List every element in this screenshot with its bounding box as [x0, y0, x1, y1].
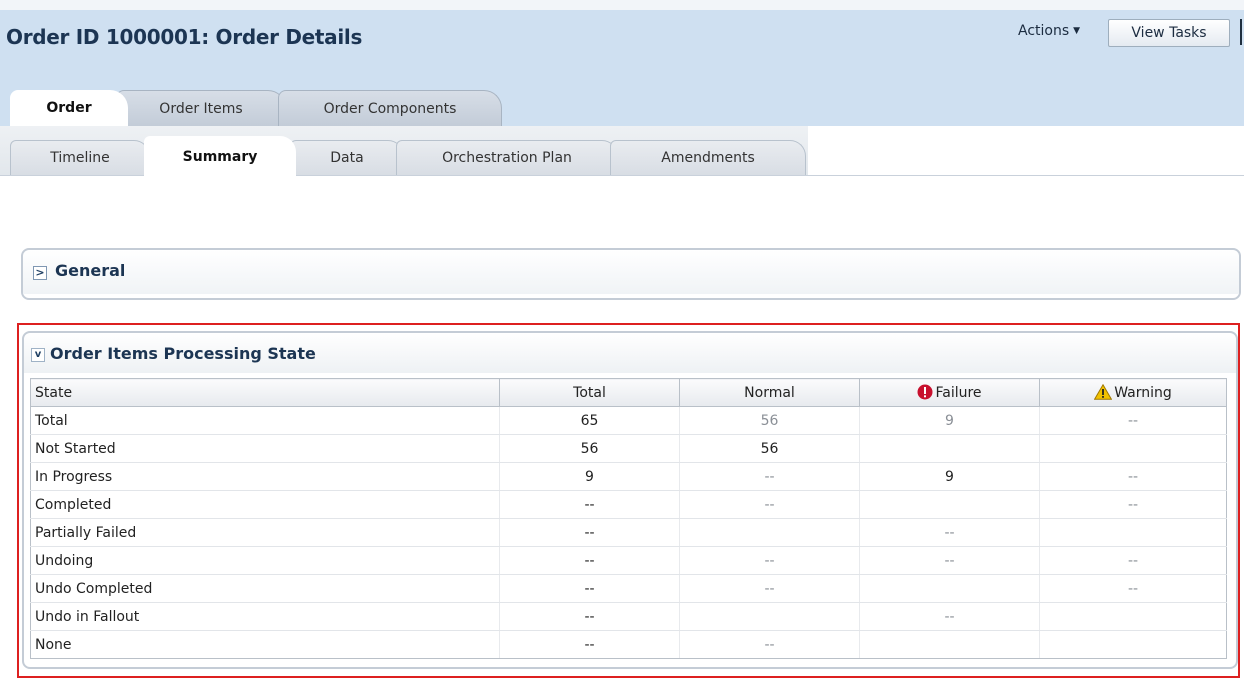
table-row: Total 65 56 9 -- [30, 406, 1227, 435]
state-cell: Partially Failed [30, 518, 500, 547]
tab-amendments[interactable]: Amendments [610, 140, 806, 175]
total-cell: 65 [499, 406, 680, 435]
state-cell: Not Started [30, 434, 500, 463]
table-row: Undoing -- -- -- -- [30, 546, 1227, 575]
view-tasks-button[interactable]: View Tasks [1108, 19, 1230, 47]
state-cell: None [30, 630, 500, 659]
total-cell: 56 [499, 434, 680, 463]
warning-cell: -- [1039, 546, 1227, 575]
chevron-down-icon: ▼ [1073, 26, 1081, 36]
total-cell: -- [499, 546, 680, 575]
collapse-processing-icon[interactable]: v [31, 348, 45, 362]
col-header-total[interactable]: Total [499, 378, 680, 407]
normal-cell: -- [679, 574, 860, 603]
table-header-row: State Total Normal Failure Warning [30, 378, 1227, 407]
warning-icon [1094, 384, 1113, 400]
error-icon [917, 384, 933, 400]
table-row: None -- -- [30, 630, 1227, 659]
tab-order[interactable]: Order [10, 90, 128, 126]
col-header-failure[interactable]: Failure [859, 378, 1040, 407]
table-row: Not Started 56 56 [30, 434, 1227, 463]
page-title: Order ID 1000001: Order Details [6, 25, 363, 49]
failure-cell: -- [859, 602, 1040, 631]
failure-cell: 9 [859, 462, 1040, 491]
tab-order-items[interactable]: Order Items [116, 90, 286, 126]
warning-cell: -- [1039, 490, 1227, 519]
normal-cell [679, 602, 860, 631]
normal-cell: 56 [679, 406, 860, 435]
state-cell: Undo in Fallout [30, 602, 500, 631]
failure-cell: -- [859, 546, 1040, 575]
total-cell: 9 [499, 462, 680, 491]
warning-cell [1039, 602, 1227, 631]
col-header-failure-label: Failure [935, 385, 982, 401]
total-cell: -- [499, 602, 680, 631]
general-title[interactable]: General [55, 261, 125, 280]
state-cell: In Progress [30, 462, 500, 491]
failure-cell [859, 574, 1040, 603]
normal-cell [679, 518, 860, 547]
failure-cell [859, 490, 1040, 519]
table-row: In Progress 9 -- 9 -- [30, 462, 1227, 491]
failure-cell [859, 434, 1040, 463]
state-cell: Undoing [30, 546, 500, 575]
total-cell: -- [499, 518, 680, 547]
tab-summary[interactable]: Summary [144, 136, 296, 176]
table-row: Undo in Fallout -- -- [30, 602, 1227, 631]
warning-cell [1039, 434, 1227, 463]
normal-cell: -- [679, 546, 860, 575]
col-header-warning[interactable]: Warning [1039, 378, 1227, 407]
actions-menu[interactable]: Actions ▼ [1018, 23, 1080, 39]
normal-cell: -- [679, 462, 860, 491]
warning-cell: -- [1039, 462, 1227, 491]
expand-general-icon[interactable]: > [33, 266, 47, 280]
state-cell: Total [30, 406, 500, 435]
general-section [21, 248, 1241, 300]
warning-cell: -- [1039, 574, 1227, 603]
table-row: Partially Failed -- -- [30, 518, 1227, 547]
col-header-state[interactable]: State [30, 378, 500, 407]
general-header [23, 250, 1239, 294]
col-header-normal[interactable]: Normal [679, 378, 860, 407]
state-cell: Completed [30, 490, 500, 519]
normal-cell: -- [679, 490, 860, 519]
failure-cell: -- [859, 518, 1040, 547]
total-cell: -- [499, 490, 680, 519]
warning-cell [1039, 630, 1227, 659]
state-cell: Undo Completed [30, 574, 500, 603]
table-row: Undo Completed -- -- -- [30, 574, 1227, 603]
col-header-warning-label: Warning [1114, 385, 1172, 401]
processing-title[interactable]: Order Items Processing State [50, 344, 316, 363]
warning-cell: -- [1039, 406, 1227, 435]
tab-orchestration-plan[interactable]: Orchestration Plan [396, 140, 618, 175]
normal-cell: -- [679, 630, 860, 659]
total-cell: -- [499, 630, 680, 659]
warning-cell [1039, 518, 1227, 547]
failure-cell: 9 [859, 406, 1040, 435]
tab-order-components[interactable]: Order Components [278, 90, 502, 126]
failure-cell [859, 630, 1040, 659]
total-cell: -- [499, 574, 680, 603]
tab-timeline[interactable]: Timeline [10, 140, 150, 175]
actions-label: Actions [1018, 23, 1070, 39]
toolbar-separator [1240, 19, 1242, 45]
normal-cell: 56 [679, 434, 860, 463]
table-row: Completed -- -- -- [30, 490, 1227, 519]
sub-tab-bar: Timeline Data Orchestration Plan Amendme… [0, 126, 1244, 176]
processing-state-table: State Total Normal Failure Warning Total… [30, 378, 1227, 659]
tab-data[interactable]: Data [290, 140, 404, 175]
